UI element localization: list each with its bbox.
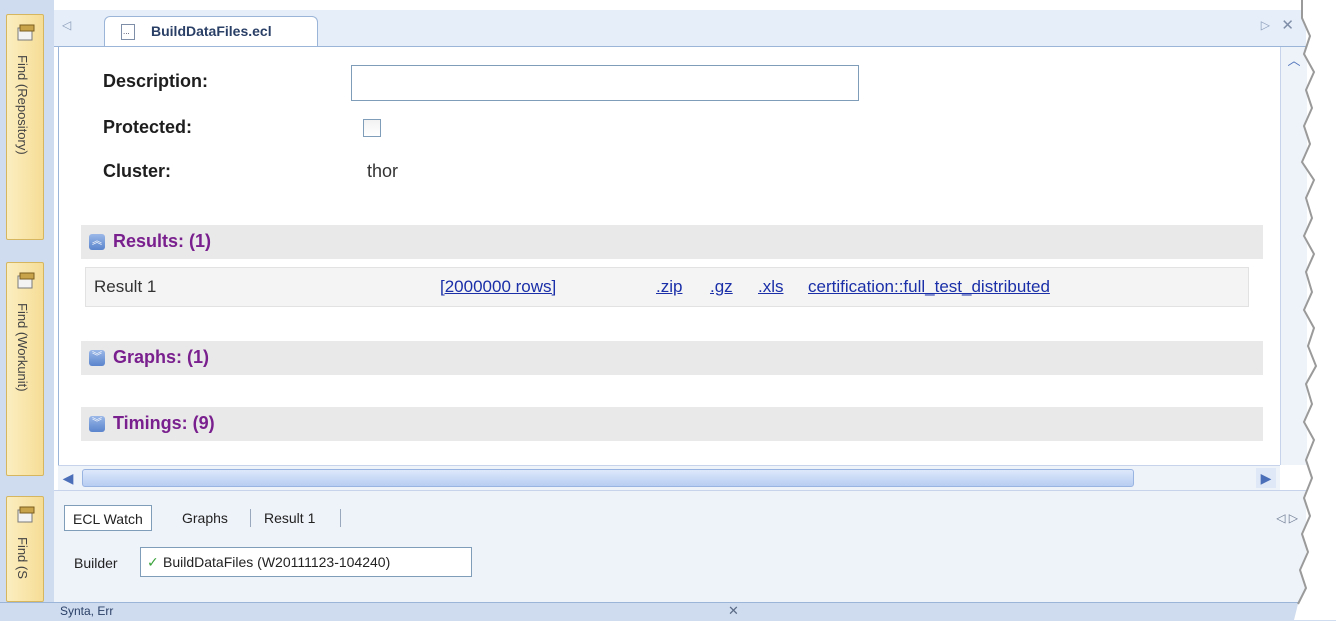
torn-edge-decoration [1294,0,1336,620]
side-panel-label: Find (S [15,537,30,579]
rows-link[interactable]: [2000000 rows] [440,277,556,297]
timings-section-title: Timings: (9) [113,413,215,433]
graphs-section-title: Graphs: (1) [113,347,210,367]
logical-file-link[interactable]: certification::full_test_distributed [808,277,1050,297]
results-section-title: Results: (1) [113,231,212,251]
find-panel-icon [17,272,35,289]
expand-icon[interactable]: ︾ [89,350,105,366]
result-name: Result 1 [94,277,157,296]
results-section-header[interactable]: ︽ Results: (1) [81,225,1263,259]
table-row: Result 1 [2000000 rows] .zip .gz .xls ce… [85,267,1249,307]
tab-scroll-right-icon[interactable]: ▷ [1261,18,1270,32]
timings-section-header[interactable]: ︾ Timings: (9) [81,407,1263,441]
expand-icon[interactable]: ︾ [89,416,105,432]
scroll-left-icon[interactable]: ◀ [58,468,78,488]
tab-ecl-watch[interactable]: ECL Watch [64,505,152,531]
protected-checkbox[interactable] [363,119,381,137]
cluster-label: Cluster: [103,161,172,181]
close-icon[interactable]: ✕ [728,603,739,619]
side-panel-label: Find (Workunit) [15,303,30,392]
close-icon[interactable]: ✕ [1281,16,1294,34]
ecl-editor-window: ◁ BuildDataFiles.ecl ▷ ✕ Description: Pr… [54,0,1307,603]
tab-result-1[interactable]: Result 1 [256,505,323,531]
cluster-value: thor [367,161,399,181]
tab-builddatafiles[interactable]: BuildDataFiles.ecl [104,16,318,46]
bottom-dock-strip: Synta, Err ✕ [0,602,1336,621]
bottom-panel: ECL Watch Graphs Result 1 ◁ ▷ Builder ✓ … [54,490,1306,603]
tab-graphs[interactable]: Graphs [174,505,236,531]
side-panel-find-other[interactable]: Find (S [6,496,44,602]
document-tab-strip: ◁ BuildDataFiles.ecl ▷ ✕ [54,10,1306,47]
scroll-right-icon[interactable]: ▶ [1256,468,1276,488]
scrollbar-thumb[interactable] [82,469,1134,487]
tab-separator [250,509,251,527]
description-field[interactable] [351,65,859,101]
builder-label: Builder [74,555,118,571]
collapse-icon[interactable]: ︽ [89,234,105,250]
xls-link[interactable]: .xls [758,277,784,297]
tab-separator [340,509,341,527]
find-panel-icon [17,24,35,41]
tab-title: BuildDataFiles.ecl [151,23,272,39]
check-icon: ✓ [147,554,159,570]
protected-label: Protected: [103,117,193,137]
find-panel-icon [17,506,35,523]
side-panel-find-repository[interactable]: Find (Repository) [6,14,44,240]
side-panel-label: Find (Repository) [15,55,30,155]
bottom-dock-label[interactable]: Synta, Err [60,604,113,618]
description-label: Description: [103,71,209,91]
zip-link[interactable]: .zip [656,277,682,297]
side-panel-find-workunit[interactable]: Find (Workunit) [6,262,44,476]
builder-workunit-item[interactable]: ✓ BuildDataFiles (W20111123-104240) [140,547,472,577]
left-dock-strip: Find (Repository) Find (Workunit) Find (… [0,0,54,602]
graphs-section-header[interactable]: ︾ Graphs: (1) [81,341,1263,375]
workunit-details: Description: Protected: Cluster: thor ︽ … [58,47,1279,465]
tab-scroll-left-icon[interactable]: ◁ [62,18,71,32]
horizontal-scrollbar[interactable]: ◀ ▶ [58,465,1280,490]
file-icon [121,24,135,40]
gz-link[interactable]: .gz [710,277,733,297]
builder-workunit-label: BuildDataFiles (W20111123-104240) [163,554,391,570]
